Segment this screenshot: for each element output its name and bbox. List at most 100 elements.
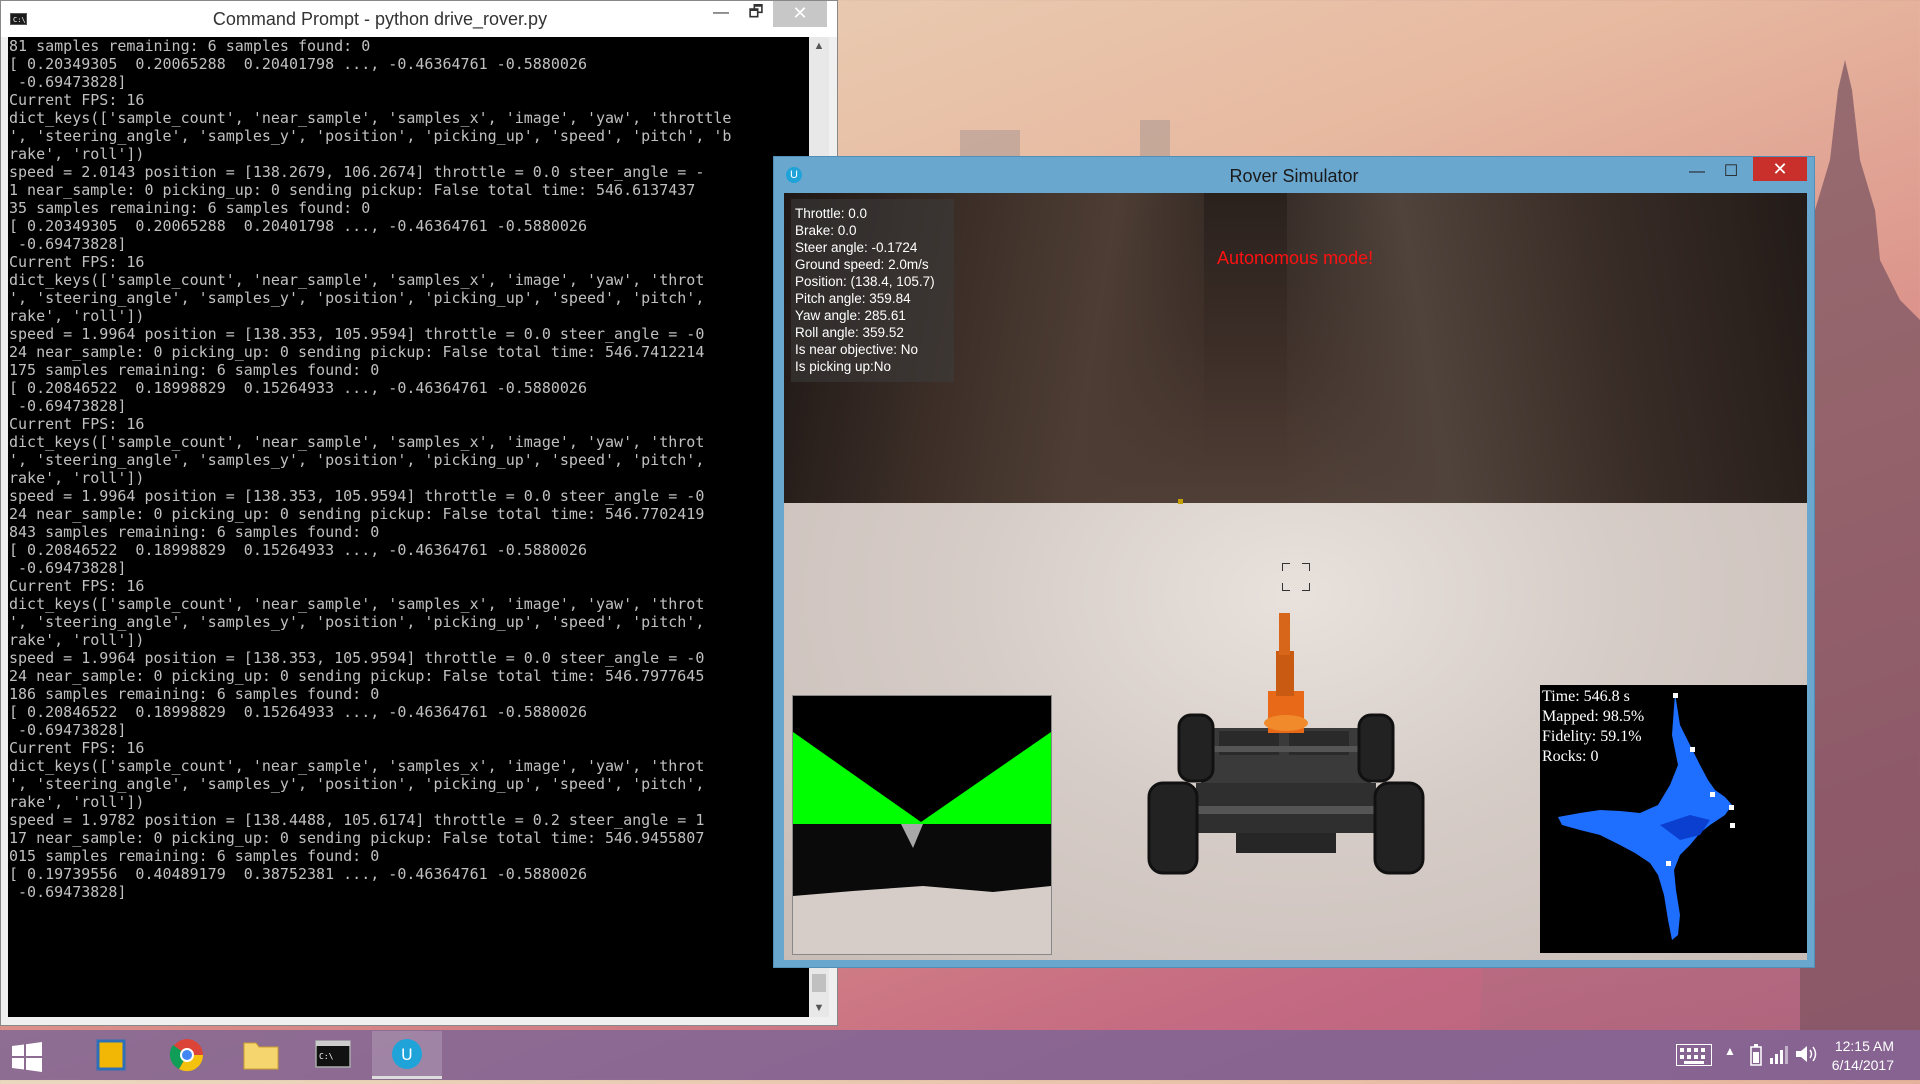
console-line: 1 near_sample: 0 picking_up: 0 sending p… (9, 181, 696, 199)
console-line: -0.69473828] (9, 397, 127, 415)
console-line: ', 'steering_angle', 'samples_y', 'posit… (9, 451, 705, 469)
cmd-maximize-button[interactable]: 🗗 (736, 1, 776, 27)
console-line: dict_keys(['sample_count', 'near_sample'… (9, 433, 705, 451)
console-line: speed = 1.9964 position = [138.353, 105.… (9, 487, 705, 505)
console-line: 175 samples remaining: 6 samples found: … (9, 361, 380, 379)
telemetry-steer-angle: Steer angle: -0.1724 (795, 240, 918, 255)
rover-window-title: Rover Simulator (1229, 166, 1359, 186)
map-fidelity: Fidelity: 59.1% (1542, 728, 1642, 745)
cmd-window-title: Command Prompt - python drive_rover.py (212, 9, 548, 29)
console-line: Current FPS: 16 (9, 739, 145, 757)
svg-text:U: U (401, 1045, 413, 1064)
console-line: [ 0.19739556 0.40489179 0.38752381 ..., … (9, 865, 587, 883)
console-line: rake', 'roll']) (9, 469, 145, 487)
map-mapped: Mapped: 98.5% (1542, 708, 1645, 725)
cmd-titlebar[interactable]: C:\ Command Prompt - python drive_rover.… (1, 1, 837, 37)
console-line: -0.69473828] (9, 559, 127, 577)
telemetry-near-objective: Is near objective: No (795, 342, 919, 357)
autonomous-mode-label: Autonomous mode! (1217, 248, 1374, 268)
command-prompt-window[interactable]: C:\ Command Prompt - python drive_rover.… (0, 0, 838, 1026)
console-line: dict_keys(['sample_count', 'near_sample'… (9, 595, 705, 613)
console-line: speed = 2.0143 position = [138.2679, 106… (9, 163, 705, 181)
map-rocks: Rocks: 0 (1542, 748, 1599, 765)
telemetry-pitch-angle: Pitch angle: 359.84 (795, 291, 911, 306)
console-line: [ 0.20349305 0.20065288 0.20401798 ..., … (9, 217, 587, 235)
console-line: ', 'steering_angle', 'samples_y', 'posit… (9, 775, 705, 793)
console-line: dict_keys(['sample_count', 'near_sample'… (9, 109, 732, 127)
rover-camera-inset (792, 695, 1052, 955)
telemetry-throttle: Throttle: 0.0 (795, 206, 868, 221)
console-line: -0.69473828] (9, 235, 127, 253)
console-line: Current FPS: 16 (9, 415, 145, 433)
console-line: 24 near_sample: 0 picking_up: 0 sending … (9, 505, 705, 523)
keyboard-icon[interactable] (1676, 1044, 1712, 1066)
console-line: [ 0.20349305 0.20065288 0.20401798 ..., … (9, 55, 587, 73)
console-line: Current FPS: 16 (9, 91, 145, 109)
taskbar-folder-icon[interactable] (226, 1031, 296, 1079)
world-map-inset: Time: 546.8 s Mapped: 98.5% Fidelity: 59… (1540, 685, 1807, 953)
signal-icon[interactable] (1770, 1044, 1790, 1064)
taskbar-command-prompt-icon[interactable]: C:\ (298, 1031, 368, 1079)
system-tray: ▲ 12:15 AM 6/14/2017 (1620, 1030, 1920, 1080)
console-line: rake', 'roll']) (9, 631, 145, 649)
telemetry-ground-speed: Ground speed: 2.0m/s (795, 257, 929, 272)
scrollbar-thumb[interactable] (812, 974, 826, 992)
rock-sample-marker (1178, 499, 1183, 504)
taskbar-clock[interactable]: 12:15 AM 6/14/2017 (1832, 1037, 1894, 1075)
console-line: dict_keys(['sample_count', 'near_sample'… (9, 757, 705, 775)
console-line: 186 samples remaining: 6 samples found: … (9, 685, 380, 703)
rover-close-button[interactable]: ✕ (1753, 157, 1807, 181)
console-line: 35 samples remaining: 6 samples found: 0 (9, 199, 371, 217)
console-line: ', 'steering_angle', 'samples_y', 'posit… (9, 613, 705, 631)
rover-titlebar[interactable]: U Rover Simulator — ☐ ✕ (774, 157, 1814, 193)
console-line: Current FPS: 16 (9, 577, 145, 595)
crosshair-icon (1282, 563, 1310, 591)
rover-maximize-button[interactable]: ☐ (1716, 161, 1746, 181)
map-stats-overlay: Time: 546.8 s Mapped: 98.5% Fidelity: 59… (1542, 687, 1644, 767)
console-line: -0.69473828] (9, 73, 127, 91)
map-time: Time: 546.8 s (1542, 688, 1630, 705)
console-output[interactable]: 81 samples remaining: 6 samples found: 0… (8, 37, 809, 1017)
console-line: 24 near_sample: 0 picking_up: 0 sending … (9, 667, 705, 685)
console-line: speed = 1.9964 position = [138.353, 105.… (9, 649, 705, 667)
canyon-wall-right (1287, 193, 1807, 553)
console-line: 81 samples remaining: 6 samples found: 0 (9, 37, 371, 55)
rover-simulator-window[interactable]: U Rover Simulator — ☐ ✕ Throttle: 0.0 Br… (773, 156, 1815, 968)
clock-date: 6/14/2017 (1831, 1057, 1894, 1073)
console-line: Current FPS: 16 (9, 253, 145, 271)
telemetry-panel: Throttle: 0.0 Brake: 0.0 Steer angle: -0… (791, 199, 954, 382)
console-line: ', 'steering_angle', 'samples_y', 'posit… (9, 127, 732, 145)
volume-icon[interactable] (1796, 1044, 1818, 1064)
taskbar-unity-icon[interactable]: U (372, 1031, 442, 1079)
telemetry-yaw-angle: Yaw angle: 285.61 (795, 308, 906, 323)
battery-icon[interactable] (1750, 1044, 1762, 1066)
rover-model (1147, 613, 1425, 875)
console-line: rake', 'roll']) (9, 793, 145, 811)
taskbar: C:\ U ▲ 12:15 AM 6/14/2017 (0, 1030, 1920, 1080)
clock-time: 12:15 AM (1834, 1038, 1894, 1054)
console-line: [ 0.20846522 0.18998829 0.15264933 ..., … (9, 379, 587, 397)
rover-minimize-button[interactable]: — (1682, 163, 1712, 181)
telemetry-position: Position: (138.4, 105.7) (795, 274, 935, 289)
console-line: 843 samples remaining: 6 samples found: … (9, 523, 380, 541)
telemetry-picking-up: Is picking up:No (795, 359, 892, 374)
console-line: 24 near_sample: 0 picking_up: 0 sending … (9, 343, 705, 361)
taskbar-chrome-icon[interactable] (152, 1031, 222, 1079)
taskbar-file-manager-icon[interactable] (76, 1031, 146, 1079)
svg-text:C:\: C:\ (319, 1052, 334, 1061)
console-line: -0.69473828] (9, 883, 127, 901)
tray-expand-icon[interactable]: ▲ (1724, 1044, 1736, 1058)
cmd-close-button[interactable]: ✕ (773, 1, 827, 27)
console-line: dict_keys(['sample_count', 'near_sample'… (9, 271, 705, 289)
console-line: -0.69473828] (9, 721, 127, 739)
windows-start-icon[interactable] (12, 1042, 42, 1072)
cmd-minimize-button[interactable]: — (701, 1, 741, 27)
telemetry-roll-angle: Roll angle: 359.52 (795, 325, 904, 340)
console-line: rake', 'roll']) (9, 307, 145, 325)
scroll-down-arrow-icon[interactable]: ▼ (809, 999, 829, 1017)
console-line: [ 0.20846522 0.18998829 0.15264933 ..., … (9, 703, 587, 721)
telemetry-brake: Brake: 0.0 (795, 223, 857, 238)
simulation-viewport[interactable]: Throttle: 0.0 Brake: 0.0 Steer angle: -0… (784, 193, 1807, 960)
scroll-up-arrow-icon[interactable]: ▲ (809, 37, 829, 55)
console-line: speed = 1.9782 position = [138.4488, 105… (9, 811, 705, 829)
